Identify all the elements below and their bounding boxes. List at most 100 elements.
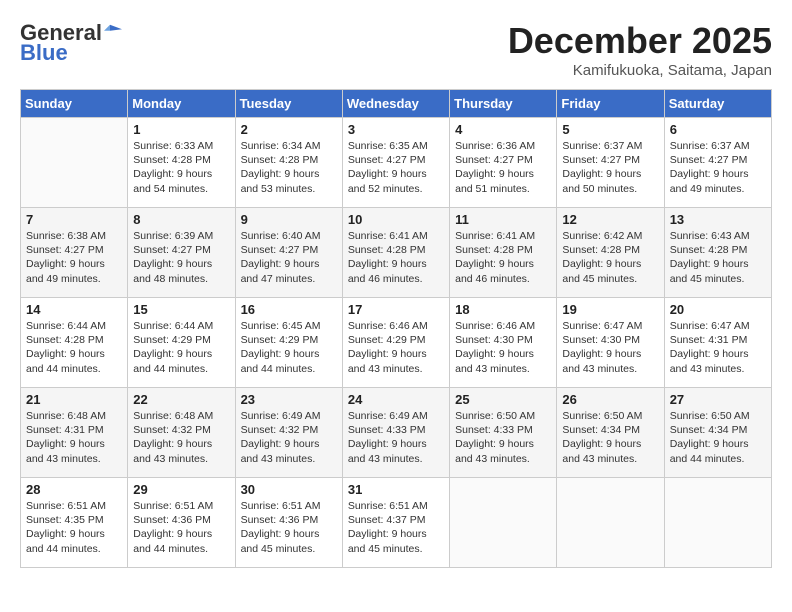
month-title: December 2025: [508, 20, 772, 62]
calendar-cell: 23Sunrise: 6:49 AM Sunset: 4:32 PM Dayli…: [235, 388, 342, 478]
page-header: General Blue December 2025 Kamifukuoka, …: [20, 20, 772, 79]
weekday-header-wednesday: Wednesday: [342, 90, 449, 118]
day-number: 12: [562, 212, 658, 227]
day-info: Sunrise: 6:48 AM Sunset: 4:31 PM Dayligh…: [26, 409, 122, 466]
calendar-cell: 24 Sunrise: 6:49 AM Sunset: 4:33 PM Dayli…: [342, 388, 449, 478]
calendar-cell: 16 Sunrise: 6:45 AM Sunset: 4:29 PM Dayli…: [235, 298, 342, 388]
calendar-cell: 5 Sunrise: 6:37 AM Sunset: 4:27 PM Daylig…: [557, 118, 664, 208]
day-info: Sunrise: 6:43 AM Sunset: 4:28 PM Dayligh…: [670, 229, 766, 286]
calendar-cell: 15 Sunrise: 6:44 AM Sunset: 4:29 PM Dayli…: [128, 298, 235, 388]
day-info: Sunrise: 6:44 AM Sunset: 4:29 PM Dayligh…: [133, 319, 229, 376]
day-info: Sunrise: 6:41 AM Sunset: 4:28 PM Dayligh…: [348, 229, 444, 286]
day-number: 22: [133, 392, 229, 407]
calendar-cell: 10 Sunrise: 6:41 AM Sunset: 4:28 PM Dayli…: [342, 208, 449, 298]
calendar-cell: 27 Sunrise: 6:50 AM Sunset: 4:34 PM Dayli…: [664, 388, 771, 478]
day-info: Sunrise: 6:51 AM Sunset: 4:36 PM Dayligh…: [133, 499, 229, 556]
calendar-week-row: 28 Sunrise: 6:51 AM Sunset: 4:35 PM Dayli…: [21, 478, 772, 568]
day-info: Sunrise: 6:35 AM Sunset: 4:27 PM Dayligh…: [348, 139, 444, 196]
weekday-header-thursday: Thursday: [450, 90, 557, 118]
day-number: 4: [455, 122, 551, 137]
calendar-cell: 22 Sunrise: 6:48 AM Sunset: 4:32 PM Dayli…: [128, 388, 235, 478]
day-number: 30: [241, 482, 337, 497]
day-number: 24: [348, 392, 444, 407]
day-info: Sunrise: 6:38 AM Sunset: 4:27 PM Dayligh…: [26, 229, 122, 286]
calendar-cell: 7Sunrise: 6:38 AM Sunset: 4:27 PM Daylig…: [21, 208, 128, 298]
day-number: 13: [670, 212, 766, 227]
day-number: 1: [133, 122, 229, 137]
calendar-week-row: 7Sunrise: 6:38 AM Sunset: 4:27 PM Daylig…: [21, 208, 772, 298]
day-number: 8: [133, 212, 229, 227]
day-number: 16: [241, 302, 337, 317]
weekday-header-saturday: Saturday: [664, 90, 771, 118]
weekday-header-tuesday: Tuesday: [235, 90, 342, 118]
day-info: Sunrise: 6:46 AM Sunset: 4:29 PM Dayligh…: [348, 319, 444, 376]
day-info: Sunrise: 6:44 AM Sunset: 4:28 PM Dayligh…: [26, 319, 122, 376]
calendar-cell: 1 Sunrise: 6:33 AM Sunset: 4:28 PM Daylig…: [128, 118, 235, 208]
day-info: Sunrise: 6:47 AM Sunset: 4:30 PM Dayligh…: [562, 319, 658, 376]
day-info: Sunrise: 6:42 AM Sunset: 4:28 PM Dayligh…: [562, 229, 658, 286]
day-number: 18: [455, 302, 551, 317]
day-info: Sunrise: 6:40 AM Sunset: 4:27 PM Dayligh…: [241, 229, 337, 286]
calendar-cell: 26Sunrise: 6:50 AM Sunset: 4:34 PM Dayli…: [557, 388, 664, 478]
logo: General Blue: [20, 20, 122, 66]
day-info: Sunrise: 6:50 AM Sunset: 4:33 PM Dayligh…: [455, 409, 551, 466]
calendar-cell: 4Sunrise: 6:36 AM Sunset: 4:27 PM Daylig…: [450, 118, 557, 208]
day-info: Sunrise: 6:45 AM Sunset: 4:29 PM Dayligh…: [241, 319, 337, 376]
calendar-cell: [557, 478, 664, 568]
calendar-cell: 21 Sunrise: 6:48 AM Sunset: 4:31 PM Dayli…: [21, 388, 128, 478]
day-number: 15: [133, 302, 229, 317]
title-block: December 2025 Kamifukuoka, Saitama, Japa…: [508, 20, 772, 79]
day-number: 21: [26, 392, 122, 407]
day-number: 23: [241, 392, 337, 407]
calendar-cell: [21, 118, 128, 208]
logo-blue: Blue: [20, 40, 68, 66]
day-info: Sunrise: 6:37 AM Sunset: 4:27 PM Dayligh…: [670, 139, 766, 196]
day-number: 14: [26, 302, 122, 317]
day-number: 28: [26, 482, 122, 497]
day-number: 6: [670, 122, 766, 137]
calendar-cell: 8Sunrise: 6:39 AM Sunset: 4:27 PM Daylig…: [128, 208, 235, 298]
day-info: Sunrise: 6:51 AM Sunset: 4:36 PM Dayligh…: [241, 499, 337, 556]
logo-bird-icon: [104, 23, 122, 37]
day-info: Sunrise: 6:50 AM Sunset: 4:34 PM Dayligh…: [562, 409, 658, 466]
day-number: 17: [348, 302, 444, 317]
calendar-cell: 12 Sunrise: 6:42 AM Sunset: 4:28 PM Dayli…: [557, 208, 664, 298]
day-info: Sunrise: 6:33 AM Sunset: 4:28 PM Dayligh…: [133, 139, 229, 196]
calendar-week-row: 21 Sunrise: 6:48 AM Sunset: 4:31 PM Dayli…: [21, 388, 772, 478]
day-number: 9: [241, 212, 337, 227]
day-info: Sunrise: 6:49 AM Sunset: 4:33 PM Dayligh…: [348, 409, 444, 466]
day-info: Sunrise: 6:46 AM Sunset: 4:30 PM Dayligh…: [455, 319, 551, 376]
weekday-header-friday: Friday: [557, 90, 664, 118]
calendar-cell: 30 Sunrise: 6:51 AM Sunset: 4:36 PM Dayli…: [235, 478, 342, 568]
day-info: Sunrise: 6:51 AM Sunset: 4:35 PM Dayligh…: [26, 499, 122, 556]
day-number: 19: [562, 302, 658, 317]
day-info: Sunrise: 6:50 AM Sunset: 4:34 PM Dayligh…: [670, 409, 766, 466]
calendar-cell: 29 Sunrise: 6:51 AM Sunset: 4:36 PM Dayli…: [128, 478, 235, 568]
calendar-cell: 31Sunrise: 6:51 AM Sunset: 4:37 PM Dayli…: [342, 478, 449, 568]
weekday-header-monday: Monday: [128, 90, 235, 118]
calendar-table: SundayMondayTuesdayWednesdayThursdayFrid…: [20, 89, 772, 568]
calendar-cell: 20Sunrise: 6:47 AM Sunset: 4:31 PM Dayli…: [664, 298, 771, 388]
calendar-cell: 18 Sunrise: 6:46 AM Sunset: 4:30 PM Dayli…: [450, 298, 557, 388]
day-info: Sunrise: 6:47 AM Sunset: 4:31 PM Dayligh…: [670, 319, 766, 376]
calendar-cell: [450, 478, 557, 568]
weekday-header-sunday: Sunday: [21, 90, 128, 118]
calendar-week-row: 14 Sunrise: 6:44 AM Sunset: 4:28 PM Dayli…: [21, 298, 772, 388]
calendar-cell: 9 Sunrise: 6:40 AM Sunset: 4:27 PM Daylig…: [235, 208, 342, 298]
location: Kamifukuoka, Saitama, Japan: [508, 62, 772, 79]
calendar-cell: 25Sunrise: 6:50 AM Sunset: 4:33 PM Dayli…: [450, 388, 557, 478]
day-number: 10: [348, 212, 444, 227]
calendar-cell: 17 Sunrise: 6:46 AM Sunset: 4:29 PM Dayli…: [342, 298, 449, 388]
calendar-cell: 14 Sunrise: 6:44 AM Sunset: 4:28 PM Dayli…: [21, 298, 128, 388]
calendar-week-row: 1 Sunrise: 6:33 AM Sunset: 4:28 PM Daylig…: [21, 118, 772, 208]
calendar-body: 1 Sunrise: 6:33 AM Sunset: 4:28 PM Daylig…: [21, 118, 772, 568]
day-number: 27: [670, 392, 766, 407]
day-number: 5: [562, 122, 658, 137]
calendar-cell: 11Sunrise: 6:41 AM Sunset: 4:28 PM Dayli…: [450, 208, 557, 298]
day-number: 29: [133, 482, 229, 497]
day-info: Sunrise: 6:37 AM Sunset: 4:27 PM Dayligh…: [562, 139, 658, 196]
day-number: 3: [348, 122, 444, 137]
day-number: 11: [455, 212, 551, 227]
day-info: Sunrise: 6:48 AM Sunset: 4:32 PM Dayligh…: [133, 409, 229, 466]
calendar-cell: 6 Sunrise: 6:37 AM Sunset: 4:27 PM Daylig…: [664, 118, 771, 208]
